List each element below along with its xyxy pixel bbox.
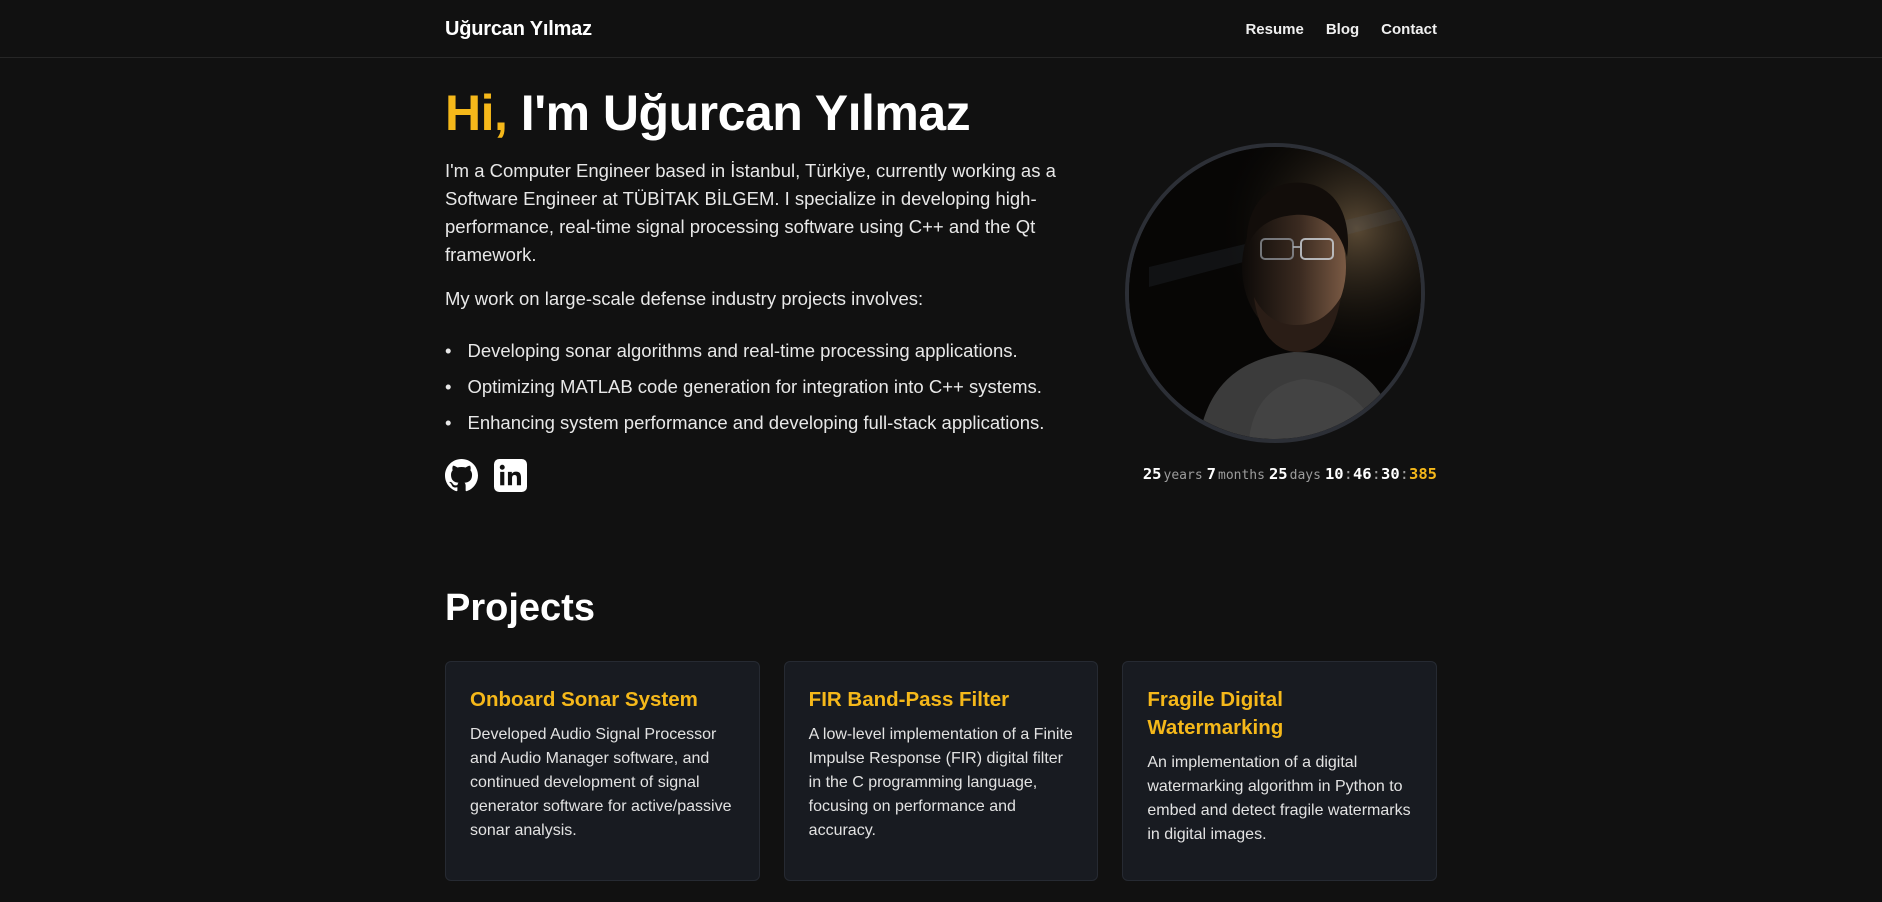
main-content: Hi, I'm Uğurcan Yılmaz I'm a Computer En… (445, 58, 1438, 881)
linkedin-link[interactable] (494, 459, 527, 492)
age-months-unit: months (1218, 468, 1265, 483)
work-list: • Developing sonar algorithms and real-ti… (445, 337, 1067, 437)
work-intro-paragraph: My work on large-scale defense industry … (445, 288, 924, 309)
nav-link-contact[interactable]: Contact (1381, 21, 1437, 38)
age-counter: 25 years 7 months 25 days 10:46:30:385 (1142, 465, 1437, 483)
list-item-text: Enhancing system performance and develop… (467, 412, 1045, 433)
project-description: Developed Audio Signal Processor and Aud… (470, 726, 732, 839)
site-brand-link[interactable]: Uğurcan Yılmaz (445, 18, 592, 41)
hero-title: Hi, I'm Uğurcan Yılmaz (445, 86, 1067, 141)
project-card[interactable]: Fragile Digital Watermarking An implemen… (1122, 661, 1438, 881)
project-title: Fragile Digital Watermarking (1147, 688, 1284, 739)
nav-link-resume[interactable]: Resume (1245, 21, 1303, 38)
list-item: • Developing sonar algorithms and real-ti… (445, 340, 1018, 361)
intro-paragraph: I'm a Computer Engineer based in İstanbu… (445, 160, 1056, 265)
project-description: A low-level implementation of a Finite I… (808, 726, 1073, 839)
hero-name: I'm Uğurcan Yılmaz (507, 85, 971, 141)
top-nav-bar: Uğurcan Yılmaz Resume Blog Contact (0, 0, 1882, 58)
main-nav: Resume Blog Contact (1245, 21, 1437, 38)
hero-section: Hi, I'm Uğurcan Yılmaz I'm a Computer En… (445, 58, 1437, 492)
avatar (1125, 143, 1425, 443)
social-links (445, 459, 1067, 492)
list-item: • Optimizing MATLAB code generation for i… (445, 376, 1042, 397)
hero-greeting: Hi, (445, 85, 508, 141)
portrait-image (1129, 147, 1421, 439)
project-title: Onboard Sonar System (470, 688, 698, 711)
projects-heading: Projects (445, 587, 595, 629)
hero-text: Hi, I'm Uğurcan Yılmaz I'm a Computer En… (445, 86, 1067, 492)
projects-grid: Onboard Sonar System Developed Audio Sig… (445, 661, 1438, 881)
list-item: • Enhancing system performance and develo… (445, 412, 1045, 433)
age-minutes: 46 (1352, 465, 1372, 483)
project-title: FIR Band-Pass Filter (808, 688, 1010, 711)
nav-link-blog[interactable]: Blog (1326, 21, 1359, 38)
github-link[interactable] (445, 459, 478, 492)
project-card[interactable]: Onboard Sonar System Developed Audio Sig… (445, 661, 760, 881)
hero-aside: 25 years 7 months 25 days 10:46:30:385 (1107, 86, 1437, 492)
age-years-unit: years (1163, 468, 1203, 483)
age-months: 7 (1206, 465, 1216, 483)
github-icon (445, 459, 478, 492)
age-hours: 10 (1324, 465, 1344, 483)
linkedin-icon (494, 459, 527, 492)
list-item-text: Developing sonar algorithms and real-tim… (467, 340, 1018, 361)
project-description: An implementation of a digital watermark… (1147, 754, 1411, 843)
list-item-text: Optimizing MATLAB code generation for in… (467, 376, 1042, 397)
age-seconds: 30 (1380, 465, 1400, 483)
age-milliseconds: 385 (1409, 465, 1437, 483)
age-years: 25 (1142, 465, 1162, 483)
age-days-unit: days (1289, 468, 1321, 483)
age-days: 25 (1268, 465, 1288, 483)
top-nav-inner: Uğurcan Yılmaz Resume Blog Contact (445, 0, 1437, 58)
project-card[interactable]: FIR Band-Pass Filter A low-level impleme… (783, 661, 1099, 881)
